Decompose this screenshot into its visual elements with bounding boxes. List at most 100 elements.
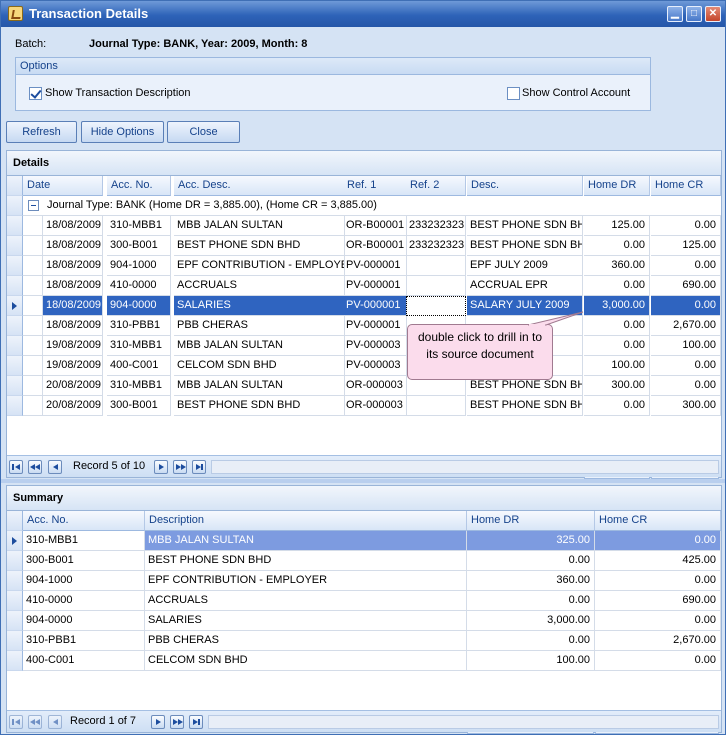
table-cell[interactable]: ACCRUALS [145, 591, 467, 611]
table-cell[interactable]: SALARIES [145, 611, 467, 631]
table-cell[interactable]: 690.00 [651, 276, 721, 296]
table-cell[interactable] [406, 396, 466, 416]
table-cell[interactable]: PV-000003 [343, 356, 407, 376]
table-cell[interactable]: 0.00 [595, 651, 721, 671]
last-record-icon[interactable] [189, 715, 203, 729]
table-cell[interactable]: 410-0000 [107, 276, 171, 296]
row-selector[interactable] [7, 396, 23, 416]
horizontal-scrollbar[interactable] [208, 715, 719, 729]
column-header[interactable]: Home DR [584, 176, 650, 196]
table-cell[interactable]: 233232323 [406, 216, 466, 236]
table-cell[interactable]: ACCRUALS [174, 276, 345, 296]
table-cell[interactable]: 400-C001 [107, 356, 171, 376]
column-header[interactable]: Description [145, 511, 467, 531]
previous-record-icon[interactable] [48, 460, 62, 474]
row-selector[interactable] [7, 356, 23, 376]
row-selector[interactable] [7, 631, 23, 651]
table-cell[interactable] [406, 296, 466, 316]
table-cell[interactable]: 425.00 [595, 551, 721, 571]
table-cell[interactable]: EPF CONTRIBUTION - EMPLOYER [174, 256, 345, 276]
column-header[interactable]: Home DR [467, 511, 595, 531]
row-selector[interactable] [7, 531, 23, 551]
table-cell[interactable]: 410-0000 [23, 591, 145, 611]
close-icon[interactable]: ✕ [705, 6, 721, 22]
table-cell[interactable]: 18/08/2009 [43, 256, 103, 276]
table-cell[interactable]: 300-B001 [23, 551, 145, 571]
table-cell[interactable]: 18/08/2009 [43, 296, 103, 316]
table-cell[interactable]: MBB JALAN SULTAN [145, 531, 467, 551]
table-cell[interactable]: 19/08/2009 [43, 356, 103, 376]
table-cell[interactable]: 18/08/2009 [43, 276, 103, 296]
table-cell[interactable]: 20/08/2009 [43, 376, 103, 396]
table-cell[interactable]: BEST PHONE SDN BHD [174, 396, 345, 416]
panel-splitter[interactable] [1, 479, 725, 483]
show-description-label[interactable]: Show Transaction Description [45, 87, 191, 99]
row-selector[interactable] [7, 591, 23, 611]
table-cell[interactable]: BEST PHONE SDN BHD [467, 216, 583, 236]
table-cell[interactable]: 100.00 [467, 651, 595, 671]
table-cell[interactable]: 3,000.00 [467, 611, 595, 631]
refresh-button[interactable]: Refresh [6, 121, 77, 143]
table-cell[interactable] [406, 256, 466, 276]
table-cell[interactable]: 100.00 [651, 336, 721, 356]
table-cell[interactable]: 0.00 [595, 531, 721, 551]
row-selector[interactable] [7, 651, 23, 671]
table-cell[interactable]: 904-1000 [23, 571, 145, 591]
table-cell[interactable]: 0.00 [651, 356, 721, 376]
table-cell[interactable]: SALARIES [174, 296, 345, 316]
table-cell[interactable]: PV-000001 [343, 256, 407, 276]
previous-page-icon[interactable] [28, 715, 42, 729]
title-bar[interactable]: Transaction Details ▁ □ ✕ [1, 1, 725, 27]
column-header[interactable]: Home CR [595, 511, 721, 531]
table-cell[interactable]: 360.00 [467, 571, 595, 591]
table-cell[interactable]: PBB CHERAS [145, 631, 467, 651]
column-header[interactable]: Date [23, 176, 103, 196]
table-cell[interactable]: 125.00 [651, 236, 721, 256]
next-record-icon[interactable] [151, 715, 165, 729]
table-cell[interactable]: PV-000003 [343, 336, 407, 356]
hide-options-button[interactable]: Hide Options [81, 121, 164, 143]
table-cell[interactable]: 0.00 [584, 276, 650, 296]
first-record-icon[interactable] [9, 460, 23, 474]
show-description-checkbox[interactable] [29, 87, 42, 100]
table-cell[interactable]: 0.00 [584, 336, 650, 356]
table-cell[interactable]: 310-MBB1 [107, 376, 171, 396]
table-cell[interactable]: 2,670.00 [651, 316, 721, 336]
table-cell[interactable]: 18/08/2009 [43, 316, 103, 336]
row-selector[interactable] [7, 316, 23, 336]
table-cell[interactable]: 325.00 [467, 531, 595, 551]
table-cell[interactable]: 310-MBB1 [107, 336, 171, 356]
show-control-account-checkbox[interactable] [507, 87, 520, 100]
table-cell[interactable]: 0.00 [595, 571, 721, 591]
table-cell[interactable]: 310-MBB1 [23, 531, 145, 551]
table-cell[interactable]: 20/08/2009 [43, 396, 103, 416]
table-cell[interactable]: 310-PBB1 [23, 631, 145, 651]
table-cell[interactable]: 300-B001 [107, 396, 171, 416]
table-cell[interactable]: 0.00 [584, 236, 650, 256]
table-cell[interactable]: PBB CHERAS [174, 316, 345, 336]
collapse-icon[interactable] [28, 200, 39, 211]
horizontal-scrollbar[interactable] [211, 460, 719, 474]
row-selector[interactable] [7, 196, 23, 216]
table-cell[interactable]: MBB JALAN SULTAN [174, 336, 345, 356]
table-cell[interactable]: PV-000001 [343, 316, 407, 336]
table-cell[interactable]: 300.00 [584, 376, 650, 396]
group-row[interactable]: Journal Type: BANK (Home DR = 3,885.00),… [23, 196, 721, 216]
next-record-icon[interactable] [154, 460, 168, 474]
close-button[interactable]: Close [167, 121, 240, 143]
table-cell[interactable]: 310-PBB1 [107, 316, 171, 336]
last-record-icon[interactable] [192, 460, 206, 474]
table-cell[interactable]: 0.00 [467, 631, 595, 651]
maximize-icon[interactable]: □ [686, 6, 702, 22]
table-cell[interactable]: PV-000001 [343, 296, 407, 316]
table-cell[interactable]: 125.00 [584, 216, 650, 236]
column-header[interactable]: Home CR [651, 176, 721, 196]
table-cell[interactable]: 904-0000 [23, 611, 145, 631]
first-record-icon[interactable] [9, 715, 23, 729]
column-header[interactable]: Desc. [467, 176, 583, 196]
table-cell[interactable]: 904-0000 [107, 296, 171, 316]
table-cell[interactable]: 2,670.00 [595, 631, 721, 651]
table-cell[interactable]: 690.00 [595, 591, 721, 611]
table-cell[interactable]: EPF CONTRIBUTION - EMPLOYER [145, 571, 467, 591]
table-cell[interactable]: 19/08/2009 [43, 336, 103, 356]
